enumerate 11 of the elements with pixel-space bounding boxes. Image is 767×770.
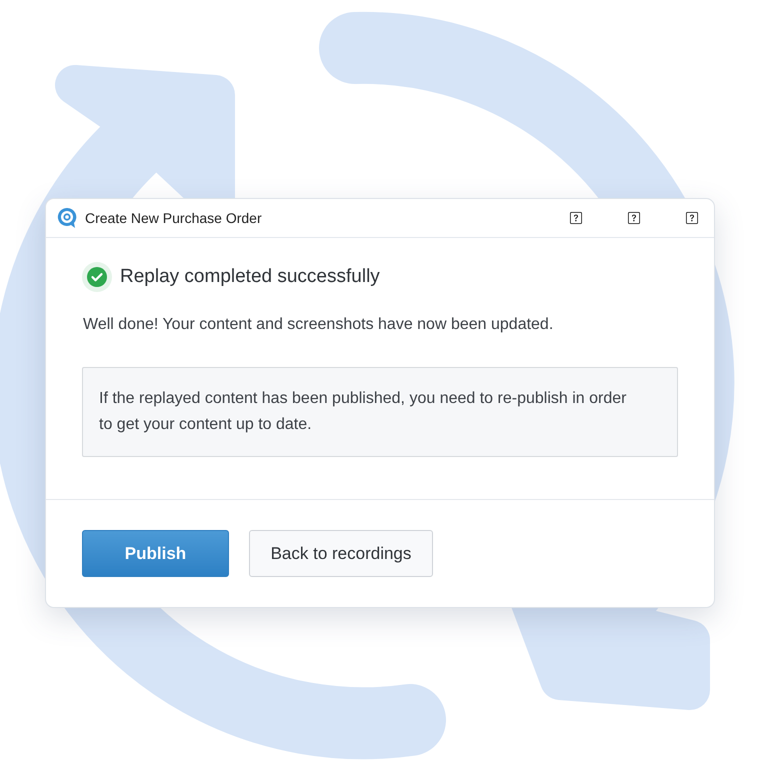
status-title: Replay completed successfully: [120, 266, 380, 288]
help-button[interactable]: [570, 212, 582, 224]
check-icon: [82, 262, 112, 292]
window-title: Create New Purchase Order: [85, 210, 263, 226]
message-text: Well done! Your content and screenshots have now been updated.: [83, 316, 554, 334]
publish-button[interactable]: Publish: [82, 530, 229, 577]
info-note: If the replayed content has been published, you need to re-publish in order to get your content up to date.: [82, 366, 678, 457]
help-button[interactable]: [686, 212, 698, 224]
back-button[interactable]: Back to recordings: [249, 530, 433, 577]
logo-icon: [57, 206, 77, 229]
help-button[interactable]: [628, 212, 640, 224]
